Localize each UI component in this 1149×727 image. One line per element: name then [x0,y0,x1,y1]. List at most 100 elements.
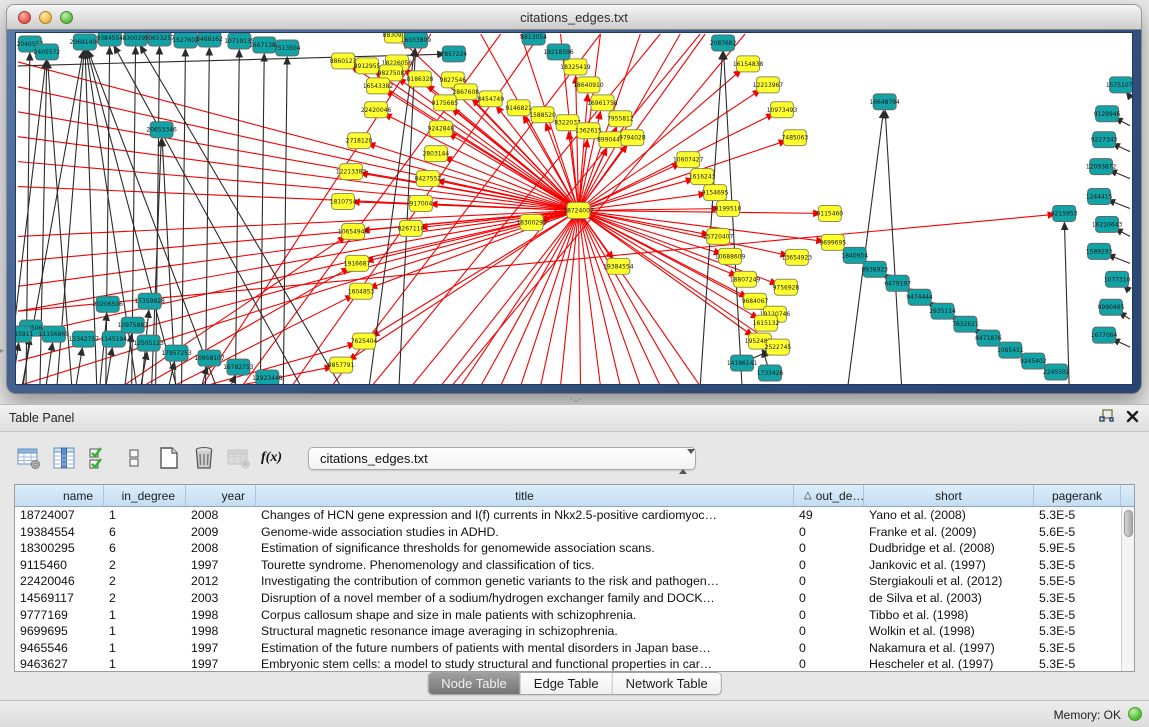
graph-node-10654948[interactable]: 10654948 [338,223,369,239]
graph-node-12093872[interactable]: 12093872 [1086,159,1117,175]
graph-node-20653346[interactable]: 20653346 [146,122,177,138]
graph-node-9115460[interactable]: 9115460 [817,206,844,222]
cell-name[interactable]: 9463627 [15,656,104,672]
citation-edge-red[interactable] [578,210,820,213]
cell-short[interactable]: de Silva et al. (2003) [864,590,1034,607]
citation-edge-black[interactable] [16,343,19,384]
cell-in_degree[interactable]: 1 [104,640,186,657]
column-select-icon[interactable] [51,445,77,471]
cell-pagerank[interactable]: 5.3E-5 [1034,557,1121,574]
graph-node-1589293[interactable]: 1589293 [1086,243,1113,259]
column-header-name[interactable]: name [15,485,104,506]
citation-edge-black[interactable] [106,348,113,384]
table-row[interactable]: 946362711997Embryonic stem cells: a mode… [15,656,1121,672]
column-header-short[interactable]: short [864,485,1034,506]
graph-node-10973493[interactable]: 10973493 [767,102,798,118]
collapsed-panel-arrow-icon[interactable]: ▸ [0,346,4,355]
graph-node-17359928[interactable]: 17359928 [134,293,165,309]
graph-node-8471876[interactable]: 8471876 [975,330,1002,346]
citation-edge-black[interactable] [202,367,208,384]
cell-title[interactable]: Tourette syndrome. Phenomenology and cla… [256,557,794,574]
cell-short[interactable]: Franke et al. (2009) [864,524,1034,541]
graph-node-1077310[interactable]: 1077310 [1104,271,1131,287]
graph-node-18325419[interactable]: 18325419 [560,59,591,75]
graph-node-9129946[interactable]: 9129946 [1094,106,1121,122]
graph-node-1615132[interactable]: 1615132 [753,315,780,331]
cell-in_degree[interactable]: 1 [104,607,186,624]
graph-node-9175685[interactable]: 9175685 [432,95,459,111]
graph-node-1616243[interactable]: 1616243 [689,169,716,185]
scrollbar-thumb[interactable] [1124,510,1133,537]
float-panel-icon[interactable] [1099,409,1114,423]
table-row[interactable]: 1456911722003Disruption of a novel membe… [15,590,1121,607]
cell-pagerank[interactable]: 5.3E-5 [1034,640,1121,657]
graph-node-2718120[interactable]: 2718120 [346,133,373,149]
tab-node-table[interactable]: Node Table [428,673,521,694]
graph-node-9227343[interactable]: 9227343 [1091,132,1118,148]
cell-title[interactable]: Estimation of significance thresholds fo… [256,540,794,557]
graph-node-16543382[interactable]: 16543382 [363,78,394,94]
table-row[interactable]: 1938455462009Genome-wide association stu… [15,524,1121,541]
cell-name[interactable]: 9777169 [15,607,104,624]
graph-node-12213383[interactable]: 12213383 [336,164,367,180]
graph-node-1840954[interactable]: 1840954 [841,247,868,263]
cell-title[interactable]: Disruption of a novel member of a sodium… [256,590,794,607]
cell-in_degree[interactable]: 6 [104,524,186,541]
citation-edge-black[interactable] [46,343,53,384]
cell-name[interactable]: 22420046 [15,573,104,590]
cell-in_degree[interactable]: 2 [104,557,186,574]
citation-edge-black[interactable] [260,54,264,384]
graph-node-1065411[interactable]: 1065411 [997,342,1024,358]
graph-node-8199510[interactable]: 8199510 [715,201,742,217]
graph-node-13342757[interactable]: 13342757 [69,331,100,347]
citation-edge-black[interactable] [283,57,287,384]
cell-short[interactable]: Nakamura et al. (1997) [864,640,1034,657]
graph-node-10975887[interactable]: 10975887 [117,317,148,333]
cell-short[interactable]: Dudbridge et al. (2008) [864,540,1034,557]
column-header-pagerank[interactable]: pagerank [1034,485,1121,506]
citation-edge-black[interactable] [369,49,415,384]
cell-title[interactable]: Corpus callosum shape and size in male p… [256,607,794,624]
graph-node-917004[interactable]: 917004 [409,196,432,212]
graph-node-8860123[interactable]: 8860123 [330,53,357,69]
graph-node-9699695[interactable]: 9699695 [820,234,847,250]
citation-edge-red[interactable] [578,141,786,211]
cell-pagerank[interactable]: 5.5E-5 [1034,573,1121,590]
graph-node-9215953[interactable]: 9215953 [1051,206,1078,222]
graph-node-16782753[interactable]: 16782753 [223,359,254,375]
graph-node-18640910[interactable]: 18640910 [573,77,604,93]
graph-node-1677064[interactable]: 1677064 [1091,327,1118,343]
cell-title[interactable]: Estimation of the future numbers of pati… [256,640,794,657]
graph-node-9384554[interactable]: 9384554 [96,33,123,46]
column-header-in_degree[interactable]: in_degree [104,485,186,506]
cell-out_de[interactable]: 0 [794,590,864,607]
cell-short[interactable]: Stergiakouli et al. (2012) [864,573,1034,590]
citation-edge-black[interactable] [140,46,341,384]
cell-year[interactable]: 1997 [186,656,256,672]
cell-pagerank[interactable]: 5.9E-5 [1034,540,1121,557]
cell-short[interactable]: Jankovic et al. (1997) [864,557,1034,574]
tab-network-table[interactable]: Network Table [613,673,721,694]
cell-year[interactable]: 2003 [186,590,256,607]
cell-title[interactable]: Changes of HCN gene expression and I(f) … [256,507,794,524]
table-row[interactable]: 969969511998Structural magnetic resonanc… [15,623,1121,640]
graph-node-11156869[interactable]: 11156869 [39,326,70,342]
table-row[interactable]: 946554611997Estimation of the future num… [15,640,1121,657]
graph-node-8938923[interactable]: 8938923 [861,261,888,277]
panel-splitter[interactable] [0,394,1149,404]
graph-node-16648794[interactable]: 16648794 [869,94,900,110]
tab-edge-table[interactable]: Edge Table [521,673,613,694]
graph-node-9146821[interactable]: 9146821 [505,100,532,116]
memory-ok-indicator-icon[interactable] [1128,707,1142,721]
graph-node-12923448[interactable]: 12923448 [252,370,283,384]
graph-node-1244415[interactable]: 1244415 [1086,189,1113,205]
cell-title[interactable]: Structural magnetic resonance image aver… [256,623,794,640]
graph-node-1916687[interactable]: 1916687 [344,255,371,271]
network-canvas[interactable]: 1872400718300295883090488601238912955182… [15,32,1133,385]
cell-year[interactable]: 2009 [186,524,256,541]
graph-node-17957253[interactable]: 17957253 [161,345,192,361]
graph-node-6479197[interactable]: 6479197 [884,275,911,291]
graph-node-7625404[interactable]: 7625404 [351,333,378,349]
new-table-icon[interactable] [156,445,182,471]
cell-out_de[interactable]: 0 [794,557,864,574]
